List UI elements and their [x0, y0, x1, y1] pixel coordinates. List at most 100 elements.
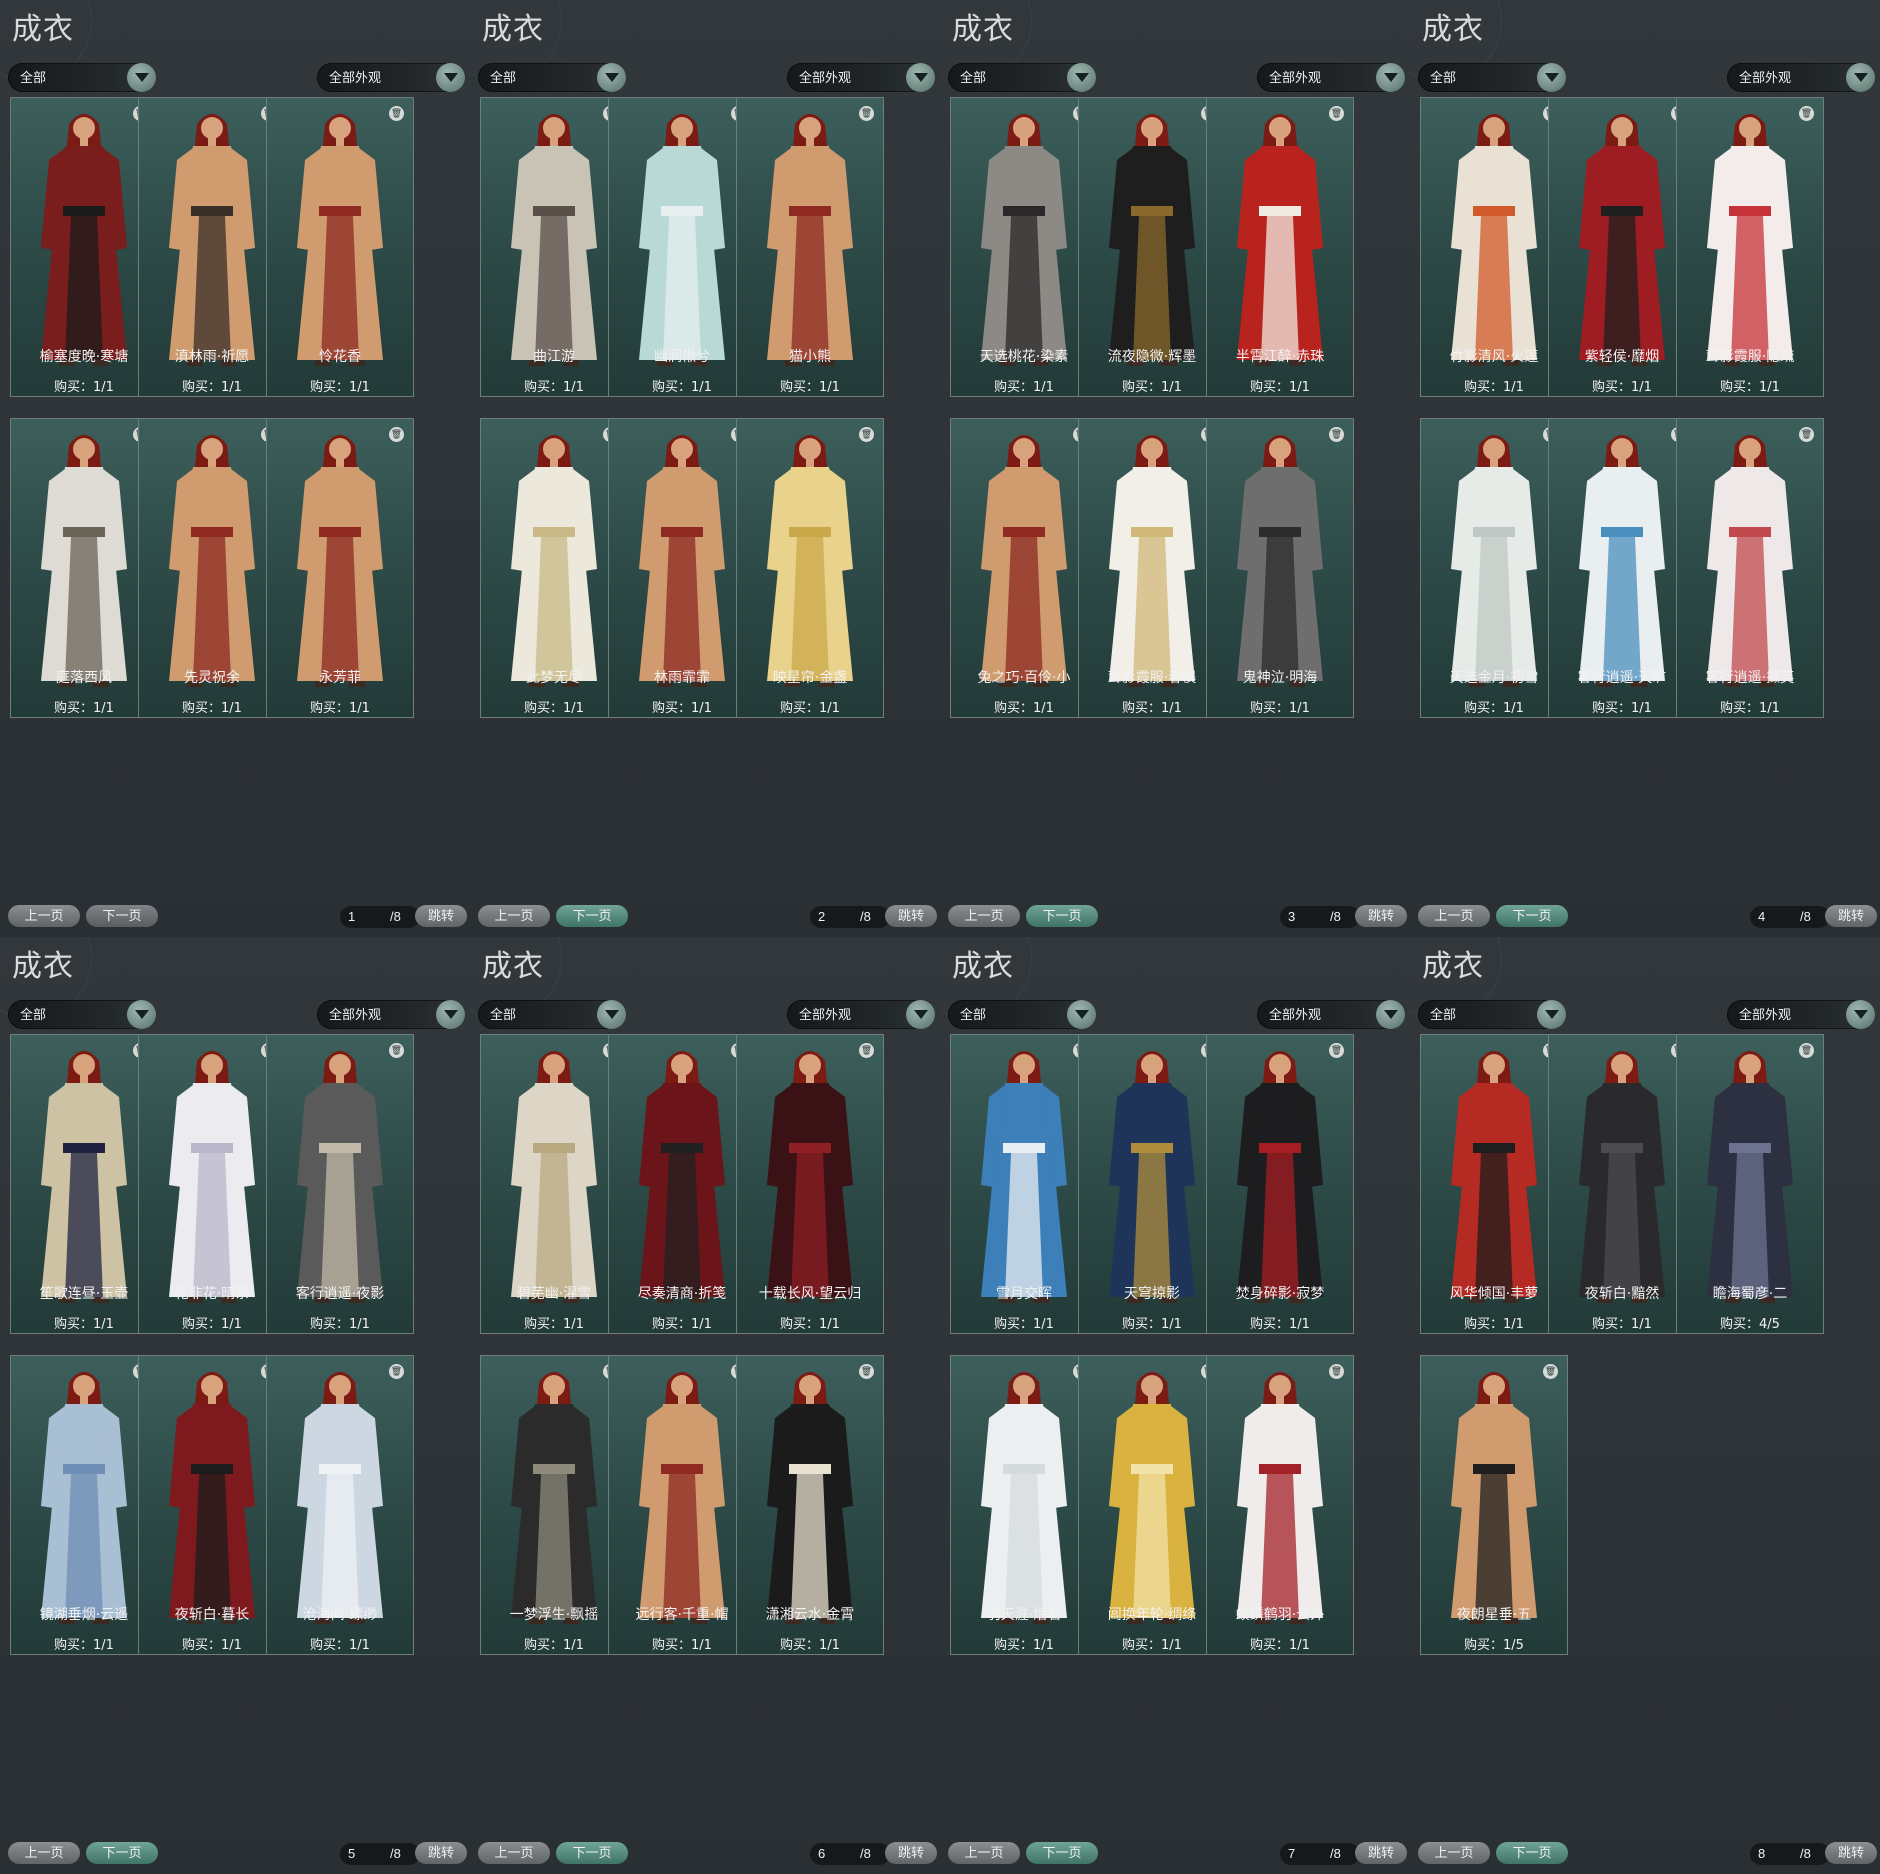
character-preview — [1237, 114, 1323, 366]
category-dropdown[interactable]: 全部 — [1418, 1000, 1566, 1029]
category-dropdown[interactable]: 全部 — [8, 63, 156, 92]
prev-page-button[interactable]: 上一页 — [8, 905, 80, 927]
purchase-count: 购买：1/1 — [54, 380, 114, 395]
trash-icon[interactable]: 🗑 — [389, 427, 404, 442]
page-number-input[interactable]: 8 /8 — [1750, 1843, 1830, 1865]
trash-icon[interactable]: 🗑 — [859, 427, 874, 442]
appearance-dropdown[interactable]: 全部外观 — [1257, 63, 1405, 92]
jump-button[interactable]: 跳转 — [885, 905, 937, 927]
appearance-dropdown[interactable]: 全部外观 — [1257, 1000, 1405, 1029]
appearance-dropdown[interactable]: 全部外观 — [787, 63, 935, 92]
trash-icon[interactable]: 🗑 — [859, 106, 874, 121]
jump-button[interactable]: 跳转 — [415, 1842, 467, 1864]
prev-page-button[interactable]: 上一页 — [8, 1842, 80, 1864]
category-dropdown[interactable]: 全部 — [948, 63, 1096, 92]
outfit-name: 焚身碎影·寂梦 — [1235, 1286, 1325, 1302]
chevron-down-icon[interactable] — [1376, 1000, 1405, 1029]
page-number-input[interactable]: 6 /8 — [810, 1843, 890, 1865]
chevron-down-icon[interactable] — [906, 63, 935, 92]
appearance-dropdown[interactable]: 全部外观 — [787, 1000, 935, 1029]
category-dropdown[interactable]: 全部 — [1418, 63, 1566, 92]
jump-button[interactable]: 跳转 — [1825, 905, 1877, 927]
prev-page-button[interactable]: 上一页 — [948, 1842, 1020, 1864]
trash-icon[interactable]: 🗑 — [1799, 1043, 1814, 1058]
character-preview — [639, 1051, 725, 1303]
character-preview — [639, 114, 725, 366]
current-page: 1 — [348, 909, 356, 924]
page-number-input[interactable]: 1 /8 — [340, 906, 420, 928]
jump-button[interactable]: 跳转 — [1355, 1842, 1407, 1864]
trash-icon[interactable]: 🗑 — [1329, 427, 1344, 442]
chevron-down-icon[interactable] — [597, 63, 626, 92]
chevron-down-icon[interactable] — [597, 1000, 626, 1029]
trash-icon[interactable]: 🗑 — [859, 1043, 874, 1058]
appearance-dropdown-value: 全部外观 — [799, 70, 852, 85]
next-page-button[interactable]: 下一页 — [86, 905, 158, 927]
character-preview — [1707, 435, 1793, 687]
chevron-down-icon[interactable] — [436, 63, 465, 92]
character-preview — [41, 435, 127, 687]
jump-button[interactable]: 跳转 — [885, 1842, 937, 1864]
chevron-down-icon[interactable] — [1846, 1000, 1875, 1029]
category-dropdown[interactable]: 全部 — [478, 63, 626, 92]
next-page-button[interactable]: 下一页 — [1026, 905, 1098, 927]
trash-icon[interactable]: 🗑 — [389, 1043, 404, 1058]
trash-icon[interactable]: 🗑 — [1329, 1043, 1344, 1058]
trash-icon[interactable]: 🗑 — [1543, 1364, 1558, 1379]
chevron-down-icon[interactable] — [1537, 63, 1566, 92]
next-page-button[interactable]: 下一页 — [86, 1842, 158, 1864]
purchase-count: 购买：1/1 — [994, 380, 1054, 395]
purchase-count: 购买：1/1 — [1122, 1317, 1182, 1332]
chevron-down-icon[interactable] — [1376, 63, 1405, 92]
page-number-input[interactable]: 7 /8 — [1280, 1843, 1360, 1865]
page-number-input[interactable]: 4 /8 — [1750, 906, 1830, 928]
trash-icon[interactable]: 🗑 — [1329, 1364, 1344, 1379]
appearance-dropdown-value: 全部外观 — [1269, 70, 1322, 85]
chevron-down-icon[interactable] — [906, 1000, 935, 1029]
jump-button[interactable]: 跳转 — [1825, 1842, 1877, 1864]
chevron-down-icon[interactable] — [1846, 63, 1875, 92]
chevron-down-icon[interactable] — [1067, 63, 1096, 92]
trash-icon[interactable]: 🗑 — [1799, 106, 1814, 121]
page-number-input[interactable]: 2 /8 — [810, 906, 890, 928]
appearance-dropdown[interactable]: 全部外观 — [317, 1000, 465, 1029]
next-page-button[interactable]: 下一页 — [1026, 1842, 1098, 1864]
jump-button[interactable]: 跳转 — [415, 905, 467, 927]
next-page-button[interactable]: 下一页 — [556, 1842, 628, 1864]
chevron-down-icon[interactable] — [127, 63, 156, 92]
purchase-count: 购买：1/1 — [780, 1638, 840, 1653]
category-dropdown[interactable]: 全部 — [478, 1000, 626, 1029]
prev-page-button[interactable]: 上一页 — [478, 905, 550, 927]
jump-button[interactable]: 跳转 — [1355, 905, 1407, 927]
outfit-name: 鬼神泣·明海 — [1242, 670, 1318, 686]
prev-page-button[interactable]: 上一页 — [948, 905, 1020, 927]
trash-icon[interactable]: 🗑 — [1329, 106, 1344, 121]
chevron-down-icon[interactable] — [127, 1000, 156, 1029]
appearance-dropdown[interactable]: 全部外观 — [1727, 1000, 1875, 1029]
character-preview — [767, 1051, 853, 1303]
chevron-down-icon[interactable] — [1067, 1000, 1096, 1029]
next-page-button[interactable]: 下一页 — [1496, 905, 1568, 927]
prev-page-button[interactable]: 上一页 — [1418, 1842, 1490, 1864]
prev-page-button[interactable]: 上一页 — [1418, 905, 1490, 927]
page-number-input[interactable]: 3 /8 — [1280, 906, 1360, 928]
trash-icon[interactable]: 🗑 — [389, 106, 404, 121]
chevron-down-icon[interactable] — [436, 1000, 465, 1029]
pagination: 上一页 下一页 6 /8 跳转 — [470, 1840, 940, 1868]
chevron-down-icon[interactable] — [1537, 1000, 1566, 1029]
category-dropdown[interactable]: 全部 — [948, 1000, 1096, 1029]
trash-icon[interactable]: 🗑 — [1799, 427, 1814, 442]
next-page-button[interactable]: 下一页 — [1496, 1842, 1568, 1864]
appearance-dropdown[interactable]: 全部外观 — [317, 63, 465, 92]
trash-icon[interactable]: 🗑 — [859, 1364, 874, 1379]
next-page-button[interactable]: 下一页 — [556, 905, 628, 927]
prev-page-button[interactable]: 上一页 — [478, 1842, 550, 1864]
category-dropdown[interactable]: 全部 — [8, 1000, 156, 1029]
page-number-input[interactable]: 5 /8 — [340, 1843, 420, 1865]
trash-icon[interactable]: 🗑 — [389, 1364, 404, 1379]
purchase-count: 购买：1/1 — [524, 701, 584, 716]
appearance-dropdown[interactable]: 全部外观 — [1727, 63, 1875, 92]
purchase-count: 购买：1/1 — [1464, 701, 1524, 716]
character-preview — [511, 1051, 597, 1303]
purchase-count: 购买：1/1 — [1592, 380, 1652, 395]
